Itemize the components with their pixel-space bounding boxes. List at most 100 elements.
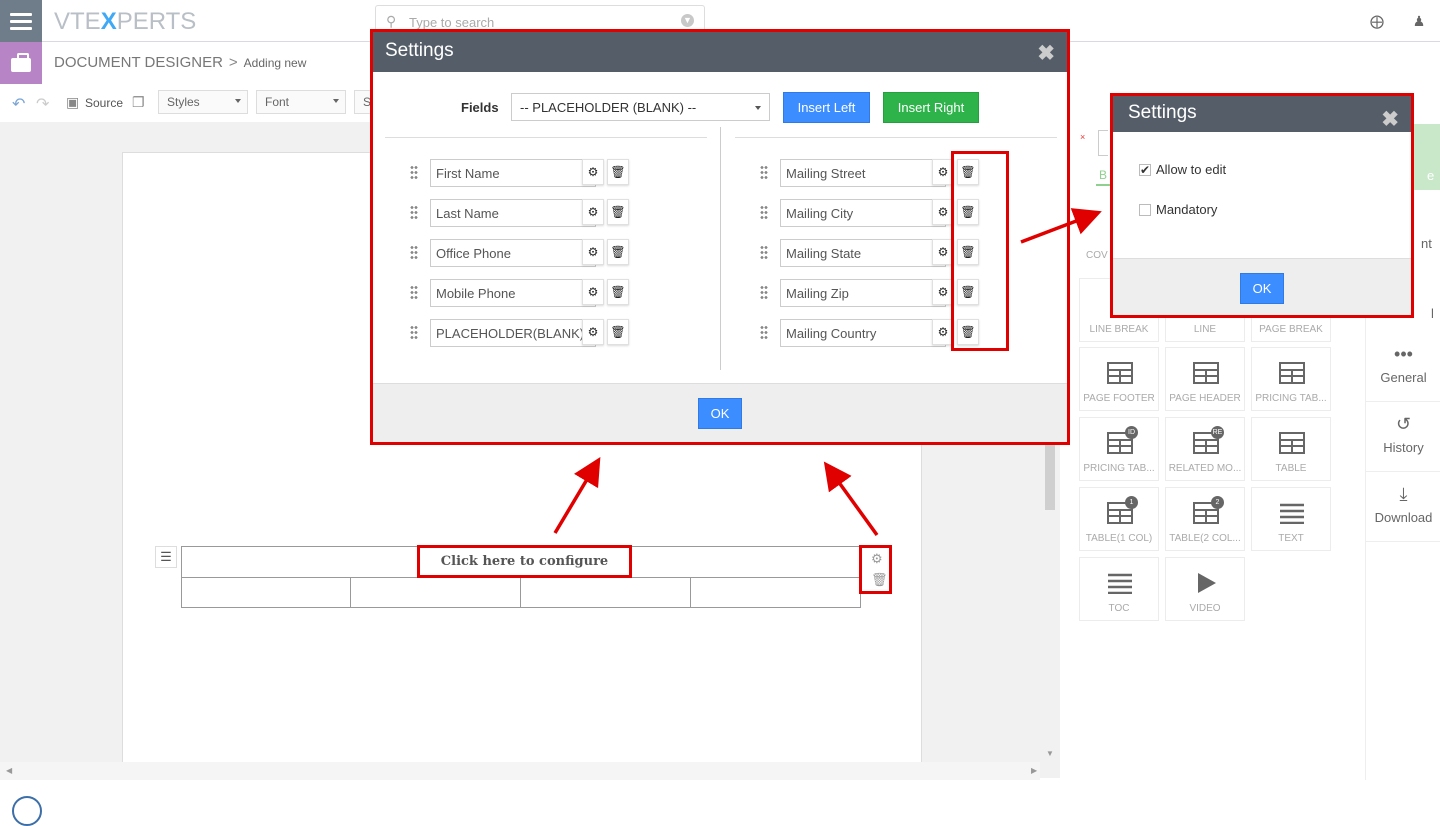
tile-badge: 2: [1211, 496, 1224, 509]
copy-icon[interactable]: ❐: [132, 94, 145, 111]
field-name-input[interactable]: Office Phone: [430, 239, 596, 267]
side-nav-general[interactable]: ••• General: [1366, 332, 1440, 402]
table-cell[interactable]: [691, 578, 860, 608]
field-name-input[interactable]: Mobile Phone: [430, 279, 596, 307]
redo-icon[interactable]: ↷: [36, 94, 49, 114]
palette-tile[interactable]: 2 TABLE(2 COL...: [1165, 487, 1245, 551]
fields-select[interactable]: -- PLACEHOLDER (BLANK) --: [511, 93, 770, 121]
table-cell[interactable]: [351, 578, 521, 608]
drag-handle-icon[interactable]: [410, 165, 418, 179]
undo-icon[interactable]: ↶: [12, 94, 25, 114]
trash-icon[interactable]: 🗑: [871, 572, 888, 588]
column-divider: [720, 127, 721, 370]
trash-icon[interactable]: 🗑: [607, 279, 629, 305]
drag-handle-icon[interactable]: [410, 245, 418, 259]
chevron-down-icon[interactable]: ▼: [681, 14, 694, 27]
drag-handle-icon[interactable]: [760, 205, 768, 219]
palette-tile[interactable]: TOC: [1079, 557, 1159, 621]
gear-icon[interactable]: ⚙: [582, 159, 604, 185]
palette-tile[interactable]: RE RELATED MO...: [1165, 417, 1245, 481]
side-nav-partial-label[interactable]: nt: [1421, 236, 1432, 251]
scroll-left-icon[interactable]: ◀: [6, 766, 12, 775]
trash-icon[interactable]: 🗑: [607, 239, 629, 265]
field-name-input[interactable]: Mailing Street: [780, 159, 946, 187]
more-icon: •••: [1394, 344, 1413, 364]
table-cell[interactable]: [521, 578, 691, 608]
allow-edit-checkbox[interactable]: ✔: [1139, 164, 1151, 176]
ok-button[interactable]: OK: [1240, 273, 1284, 304]
close-icon[interactable]: ✖: [1381, 107, 1399, 132]
trash-icon[interactable]: 🗑: [607, 159, 629, 185]
drag-handle-icon[interactable]: [410, 325, 418, 339]
add-circle-icon[interactable]: ⨁: [1369, 13, 1385, 29]
block-menu-icon[interactable]: ☰: [155, 546, 177, 568]
modal-header: Settings ✖: [1113, 96, 1411, 132]
side-nav-history[interactable]: ↺ History: [1366, 402, 1440, 472]
side-nav-partial-label[interactable]: l: [1431, 306, 1434, 321]
breadcrumb-module[interactable]: DOCUMENT DESIGNER: [54, 54, 223, 71]
ok-button[interactable]: OK: [698, 398, 742, 429]
gear-icon[interactable]: ⚙: [582, 199, 604, 225]
tile-badge: ID: [1125, 426, 1138, 439]
blocks-tab-partial[interactable]: B: [1099, 168, 1107, 182]
configure-button[interactable]: Click here to configure: [417, 545, 632, 578]
user-icon[interactable]: ♟: [1411, 13, 1427, 29]
field-name-input[interactable]: First Name: [430, 159, 596, 187]
horizontal-scrollbar[interactable]: [0, 762, 1040, 780]
insert-left-button[interactable]: Insert Left: [783, 92, 870, 123]
x-mark-icon: ×: [1080, 132, 1086, 142]
gear-icon[interactable]: ⚙: [582, 279, 604, 305]
briefcase-icon: [11, 53, 31, 72]
font-dropdown[interactable]: Font: [256, 90, 346, 114]
field-actions-highlight: [951, 151, 1009, 351]
source-icon[interactable]: ▣: [66, 94, 79, 111]
field-name-input[interactable]: Mailing Zip: [780, 279, 946, 307]
cover-tile-label[interactable]: COV: [1086, 250, 1108, 261]
palette-tile[interactable]: PRICING TAB...: [1251, 347, 1331, 411]
palette-tile[interactable]: 1 TABLE(1 COL): [1079, 487, 1159, 551]
tile-label: LINE BREAK: [1089, 324, 1149, 335]
drag-handle-icon[interactable]: [410, 285, 418, 299]
styles-dropdown[interactable]: Styles: [158, 90, 248, 114]
block-icon: [1279, 432, 1305, 454]
close-icon[interactable]: ✖: [1037, 41, 1055, 66]
drag-handle-icon[interactable]: [760, 325, 768, 339]
tile-label: RELATED MO...: [1168, 463, 1242, 474]
mandatory-checkbox[interactable]: [1139, 204, 1151, 216]
gear-icon[interactable]: ⚙: [871, 551, 883, 567]
vtexperts-logo[interactable]: VTEXPERTS: [54, 8, 196, 36]
trash-icon[interactable]: 🗑: [607, 319, 629, 345]
palette-tile[interactable]: ID PRICING TAB...: [1079, 417, 1159, 481]
insert-right-button[interactable]: Insert Right: [883, 92, 979, 123]
side-nav-download[interactable]: ⤓ Download: [1366, 472, 1440, 542]
table-cell[interactable]: [182, 578, 351, 608]
scroll-down-icon[interactable]: ▼: [1046, 749, 1054, 758]
module-icon[interactable]: [0, 42, 42, 84]
drag-handle-icon[interactable]: [760, 165, 768, 179]
field-name-input[interactable]: PLACEHOLDER(BLANK): [430, 319, 596, 347]
trash-icon[interactable]: 🗑: [607, 199, 629, 225]
palette-tile[interactable]: PAGE HEADER: [1165, 347, 1245, 411]
text-lines-icon: [1280, 503, 1304, 524]
palette-tile[interactable]: TEXT: [1251, 487, 1331, 551]
palette-search-input[interactable]: [1098, 130, 1108, 156]
field-name-input[interactable]: Last Name: [430, 199, 596, 227]
palette-tile[interactable]: VIDEO: [1165, 557, 1245, 621]
modal-footer: OK: [1113, 258, 1411, 315]
gear-icon[interactable]: ⚙: [582, 239, 604, 265]
scroll-right-icon[interactable]: ▶: [1031, 766, 1037, 775]
drag-handle-icon[interactable]: [410, 205, 418, 219]
vertical-scrollbar[interactable]: [1045, 442, 1055, 510]
breadcrumb-separator: >: [228, 54, 238, 71]
drag-handle-icon[interactable]: [760, 245, 768, 259]
field-name-input[interactable]: Mailing City: [780, 199, 946, 227]
field-name-input[interactable]: Mailing Country: [780, 319, 946, 347]
palette-tile[interactable]: TABLE: [1251, 417, 1331, 481]
drag-handle-icon[interactable]: [760, 285, 768, 299]
hamburger-menu-button[interactable]: [0, 0, 42, 42]
palette-tile[interactable]: PAGE FOOTER: [1079, 347, 1159, 411]
search-placeholder: Type to search: [409, 15, 495, 30]
source-button[interactable]: Source: [85, 96, 123, 110]
gear-icon[interactable]: ⚙: [582, 319, 604, 345]
field-name-input[interactable]: Mailing State: [780, 239, 946, 267]
